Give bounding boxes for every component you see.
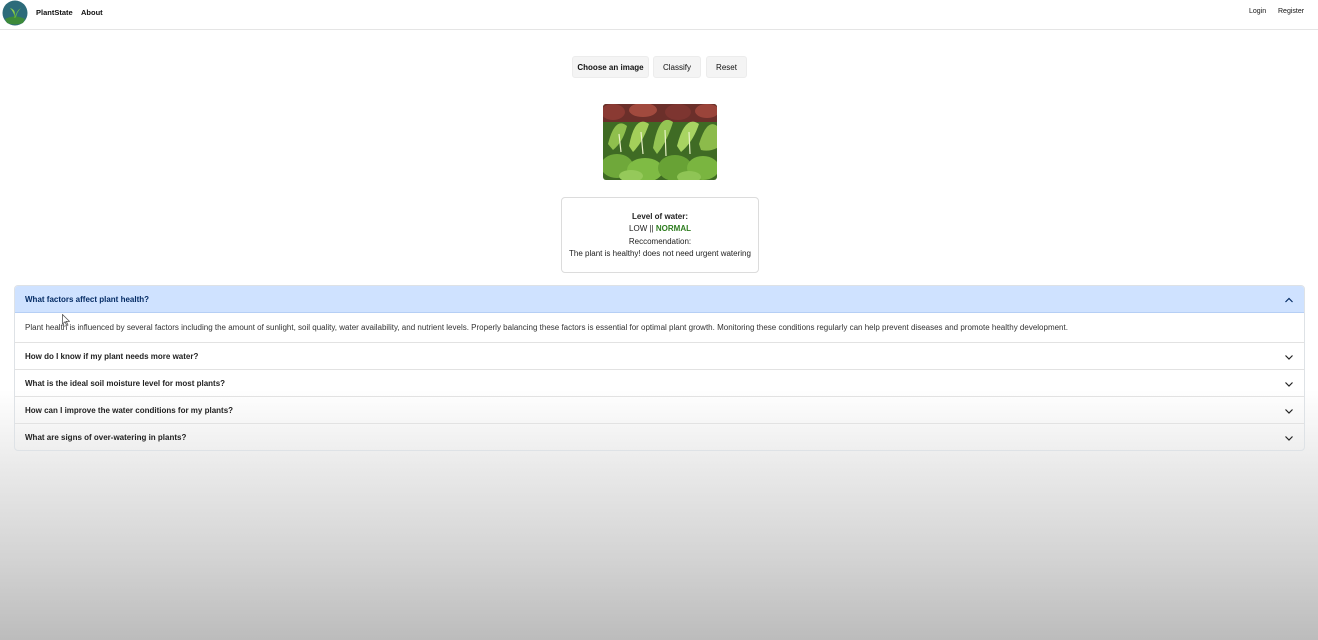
faq-item-needs-water-header[interactable]: How do I know if my plant needs more wat… (15, 342, 1304, 369)
nav-about-link[interactable]: About (81, 8, 103, 17)
chevron-down-icon (1285, 409, 1293, 414)
nav-register-link[interactable]: Register (1278, 8, 1304, 15)
mouse-cursor-icon (62, 314, 70, 326)
result-card: Level of water: LOW || NORMAL Reccomenda… (561, 197, 759, 273)
nav-login-link[interactable]: Login (1249, 8, 1266, 15)
reset-button[interactable]: Reset (706, 56, 747, 78)
brand-link[interactable]: PlantState (36, 8, 73, 17)
chevron-down-icon (1285, 355, 1293, 360)
level-normal-label: NORMAL (655, 224, 691, 233)
faq-question: What is the ideal soil moisture level fo… (25, 379, 226, 388)
recommendation-text: The plant is healthy! does not need urge… (569, 249, 751, 258)
choose-image-button[interactable]: Choose an image (572, 56, 649, 78)
classify-button[interactable]: Classify (653, 56, 701, 78)
recommendation-label: Reccomendation: (628, 237, 692, 246)
water-level-heading: Level of water: (631, 212, 688, 221)
level-separator: || (649, 224, 654, 233)
water-level-values: LOW || NORMAL (562, 224, 758, 233)
chevron-up-icon (1285, 297, 1293, 303)
faq-question: How can I improve the water conditions f… (25, 406, 234, 415)
faq-item-over-watering-header[interactable]: What are signs of over-watering in plant… (15, 423, 1304, 450)
level-low-label: LOW (629, 224, 648, 233)
faq-accordion: What factors affect plant health? Plant … (14, 285, 1305, 451)
faq-answer-panel: Plant health is influenced by several fa… (15, 314, 1304, 342)
chevron-down-icon (1285, 382, 1293, 387)
faq-answer: Plant health is influenced by several fa… (25, 323, 1068, 332)
faq-item-soil-moisture-header[interactable]: What is the ideal soil moisture level fo… (15, 369, 1304, 396)
faq-question: How do I know if my plant needs more wat… (25, 352, 199, 361)
plant-photo (603, 104, 717, 180)
chevron-down-icon (1285, 436, 1293, 441)
navbar: PlantState About Login Register (0, 0, 1318, 30)
plant-logo-icon[interactable] (2, 0, 28, 26)
faq-question: What factors affect plant health? (25, 295, 150, 304)
faq-item-plant-health-header[interactable]: What factors affect plant health? (15, 286, 1304, 313)
faq-item-improve-water-header[interactable]: How can I improve the water conditions f… (15, 396, 1304, 423)
faq-question: What are signs of over-watering in plant… (25, 433, 187, 442)
